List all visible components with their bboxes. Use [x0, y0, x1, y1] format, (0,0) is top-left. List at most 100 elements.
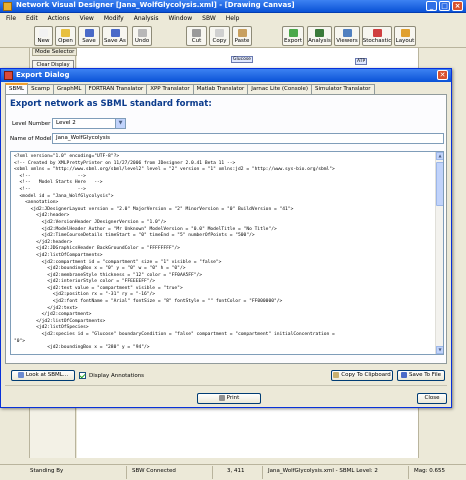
sbml-line: <?xml version="1.0" encoding="UTF-8"?> — [14, 154, 120, 159]
tab-xpp-translator[interactable]: XPP Translator — [146, 84, 194, 94]
sbml-line: <sbml xmlns = "http://www.sbml.org/sbml/… — [14, 167, 335, 173]
menu-sbw[interactable]: SBW — [202, 15, 216, 22]
dialog-titlebar[interactable]: Export Dialog ✕ — [1, 69, 451, 82]
paste-toolbar-button[interactable]: Paste — [232, 26, 252, 46]
sbml-icon — [17, 371, 24, 378]
status-bar: Standing By SBW Connected 3, 411 Jana_Wo… — [0, 464, 466, 480]
toolbar-button-label: Copy — [212, 38, 227, 44]
sbml-line: <jd2:TimeCourseDetails timeStart = "0" t… — [14, 233, 255, 239]
status-mode: Standing By — [30, 468, 64, 474]
layout-icon — [400, 29, 410, 37]
sbml-line: <jd2:font fontName = "Arial" fontSize = … — [14, 299, 283, 305]
chevron-down-icon[interactable]: ▼ — [115, 119, 125, 128]
canvas-node[interactable]: Glucose — [231, 56, 253, 63]
copy-toolbar-button[interactable]: Copy — [209, 26, 230, 46]
display-annotations-checkbox[interactable] — [79, 372, 86, 379]
tab-simulator-translator[interactable]: Simulator Translator — [311, 84, 375, 94]
save-as-toolbar-button[interactable]: Save As — [102, 26, 128, 46]
separator — [5, 385, 447, 386]
display-annotations-label: Display Annotations — [89, 373, 145, 379]
sbml-line: <jd2:VersionHeader JDesignerVersion = "1… — [14, 219, 167, 225]
save-icon — [84, 29, 94, 37]
tab-jarnac-lite-console[interactable]: Jarnac Lite (Console) — [247, 84, 313, 94]
maximize-icon[interactable]: □ — [439, 1, 450, 11]
sbml-line: <jd2:boundingBox x = "0" y = "0" w = "0"… — [14, 266, 186, 272]
toolbar-button-label: Open — [58, 38, 73, 44]
new-toolbar-button[interactable]: New — [34, 26, 53, 46]
level-number-label: Level Number — [12, 121, 51, 127]
sbml-line: <jd2:JDesignerLayout version = "2.0" Maj… — [14, 206, 294, 212]
sbml-line: <jd2:interiorStyle color = "FFEEEEFF"/> — [14, 279, 156, 285]
tab-scamp[interactable]: Scamp — [27, 84, 54, 94]
app-titlebar[interactable]: Network Visual Designer [Jana_WolfGlycol… — [0, 0, 466, 13]
toolbar-button-label: Save As — [104, 38, 126, 44]
canvas-node[interactable]: ATP — [355, 58, 368, 65]
toolbar-button-label: Viewers — [336, 38, 358, 44]
mode-selector-label: Mode Selector — [32, 48, 78, 56]
model-name-label: Name of Model — [10, 136, 52, 142]
analysis-toolbar-button[interactable]: Analysis — [307, 26, 332, 46]
layout-toolbar-button[interactable]: Layout — [394, 26, 416, 46]
menu-view[interactable]: View — [80, 15, 94, 22]
scroll-down-icon[interactable]: ▼ — [436, 346, 443, 354]
status-sbw: SBW Connected — [132, 468, 176, 474]
scroll-up-icon[interactable]: ▲ — [436, 152, 443, 160]
sbml-line: <annotation> — [14, 200, 59, 206]
menu-actions[interactable]: Actions — [48, 15, 70, 22]
menu-file[interactable]: File — [6, 15, 16, 22]
look-at-sbml-button[interactable]: Look at SBML... — [11, 370, 75, 381]
viewers-icon — [342, 29, 352, 37]
stochastic-toolbar-button[interactable]: Stochastic — [362, 26, 392, 46]
dialog-close-icon[interactable]: ✕ — [437, 70, 448, 80]
floppy-icon — [401, 371, 407, 378]
open-toolbar-button[interactable]: Open — [55, 26, 76, 46]
undo-icon — [137, 29, 147, 37]
menu-window[interactable]: Window — [168, 15, 192, 22]
minimize-icon[interactable]: _ — [426, 1, 437, 11]
tab-sbml[interactable]: SBML — [5, 83, 29, 94]
new-icon — [39, 29, 48, 37]
close-window-icon[interactable]: × — [452, 1, 463, 11]
cut-icon — [192, 29, 201, 37]
toolbar-button-label: Save — [82, 38, 96, 44]
save-toolbar-button[interactable]: Save — [78, 26, 100, 46]
vertical-scrollbar[interactable]: ▲ ▼ — [435, 152, 443, 354]
close-button[interactable]: Close — [417, 393, 447, 404]
toolbar-button-label: Analysis — [308, 38, 331, 44]
sbml-line: <jd2:JDGraphicsHeader BackGroundColor = … — [14, 246, 180, 252]
undo-toolbar-button[interactable]: Undo — [132, 26, 152, 46]
export-toolbar-button[interactable]: Export — [282, 26, 304, 46]
main-toolbar: New Open Save Save As Undo Cut Copy Paste Export… — [0, 24, 466, 48]
export-icon — [288, 29, 298, 37]
save-to-file-button[interactable]: Save To File — [397, 370, 445, 381]
tab-graphml[interactable]: GraphML — [52, 84, 86, 94]
level-number-select[interactable]: Level 2 ▼ — [52, 118, 126, 129]
menu-edit[interactable]: Edit — [26, 15, 38, 22]
dialog-icon — [4, 71, 13, 80]
model-name-value: Jana_WolfGlycolysis — [56, 135, 111, 141]
stochastic-icon — [372, 29, 382, 37]
toolbar-button-label: Undo — [134, 38, 150, 44]
model-name-input[interactable]: Jana_WolfGlycolysis — [52, 133, 444, 144]
sbml-line: </jd2:compartment> — [14, 312, 92, 318]
status-file: Jana_WolfGlycolysis.xml - SBML Level: 2 — [268, 468, 378, 474]
menu-help[interactable]: Help — [226, 15, 240, 22]
scroll-thumb[interactable] — [436, 162, 443, 206]
print-button[interactable]: Print — [197, 393, 261, 404]
toolbar-button-label: Export — [283, 38, 302, 44]
sbml-line: <model id = "Jana_WolfGlycolysis"> — [14, 193, 114, 199]
translator-tabs: SBML Scamp GraphML FORTRAN Translator XPP Tr… — [5, 83, 375, 94]
copy-to-clipboard-button[interactable]: Copy To Clipboard — [331, 370, 393, 381]
menu-analysis[interactable]: Analysis — [134, 15, 159, 22]
sbml-text-area[interactable]: <?xml version="1.0" encoding="UTF-8"?> <!… — [10, 151, 444, 355]
menu-modify[interactable]: Modify — [104, 15, 124, 22]
tab-matlab-translator[interactable]: Matlab Translator — [192, 84, 249, 94]
tab-fortran-translator[interactable]: FORTRAN Translator — [84, 84, 148, 94]
cut-toolbar-button[interactable]: Cut — [186, 26, 207, 46]
sbml-line: <!-- Model Starts Here --> — [14, 180, 103, 186]
status-mag: Mag: 0.655 — [414, 468, 445, 474]
sbml-text: <?xml version="1.0" encoding="UTF-8"?> <!… — [14, 154, 436, 352]
sbml-line: <jd2:species id = "Glucose" boundaryCond… — [14, 332, 335, 338]
viewers-toolbar-button[interactable]: Viewers — [334, 26, 360, 46]
dialog-title: Export Dialog — [16, 71, 70, 79]
